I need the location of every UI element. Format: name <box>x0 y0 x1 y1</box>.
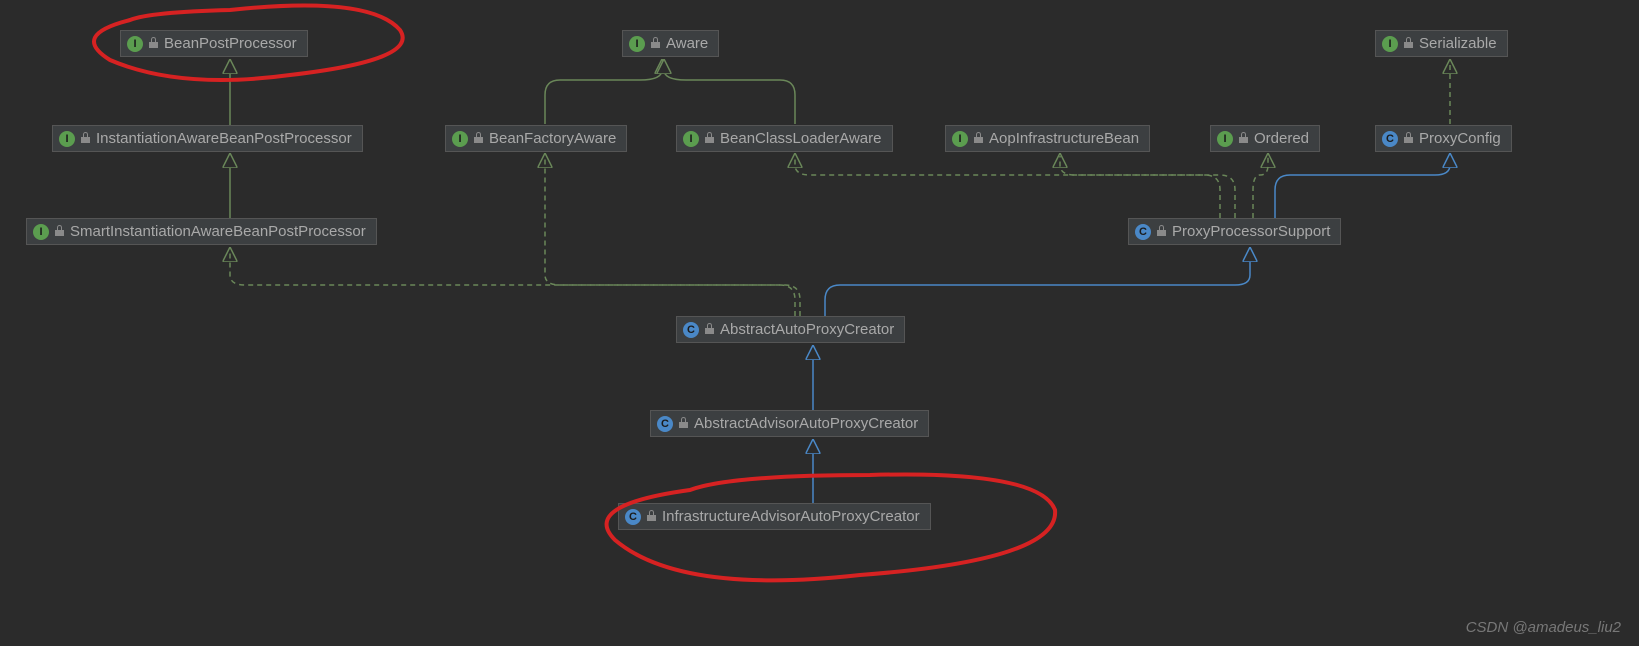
node-ordered[interactable]: I Ordered <box>1210 125 1320 152</box>
node-aware[interactable]: I Aware <box>622 30 719 57</box>
node-infrastructure-advisor-auto-proxy-creator[interactable]: C InfrastructureAdvisorAutoProxyCreator <box>618 503 931 530</box>
interface-icon: I <box>1382 36 1398 52</box>
node-label: Aware <box>666 35 708 52</box>
lock-icon <box>705 134 714 143</box>
node-label: BeanClassLoaderAware <box>720 130 882 147</box>
node-instantiation-aware-bpp[interactable]: I InstantiationAwareBeanPostProcessor <box>52 125 363 152</box>
node-label: Ordered <box>1254 130 1309 147</box>
node-label: SmartInstantiationAwareBeanPostProcessor <box>70 223 366 240</box>
node-label: InfrastructureAdvisorAutoProxyCreator <box>662 508 920 525</box>
node-abstract-advisor-auto-proxy-creator[interactable]: C AbstractAdvisorAutoProxyCreator <box>650 410 929 437</box>
node-proxy-processor-support[interactable]: C ProxyProcessorSupport <box>1128 218 1341 245</box>
node-label: Serializable <box>1419 35 1497 52</box>
node-proxy-config[interactable]: C ProxyConfig <box>1375 125 1512 152</box>
node-label: AopInfrastructureBean <box>989 130 1139 147</box>
interface-icon: I <box>452 131 468 147</box>
lock-icon <box>1404 134 1413 143</box>
lock-icon <box>81 134 90 143</box>
node-label: BeanPostProcessor <box>164 35 297 52</box>
node-bean-factory-aware[interactable]: I BeanFactoryAware <box>445 125 627 152</box>
node-bean-classloader-aware[interactable]: I BeanClassLoaderAware <box>676 125 893 152</box>
lock-icon <box>1239 134 1248 143</box>
interface-icon: I <box>683 131 699 147</box>
node-label: ProxyConfig <box>1419 130 1501 147</box>
lock-icon <box>647 512 656 521</box>
node-serializable[interactable]: I Serializable <box>1375 30 1508 57</box>
node-smart-instantiation-aware-bpp[interactable]: I SmartInstantiationAwareBeanPostProcess… <box>26 218 377 245</box>
lock-icon <box>974 134 983 143</box>
lock-icon <box>55 227 64 236</box>
watermark: CSDN @amadeus_liu2 <box>1466 619 1621 636</box>
diagram-canvas: I BeanPostProcessor I Aware I Serializab… <box>0 0 1639 646</box>
lock-icon <box>1404 39 1413 48</box>
lock-icon <box>651 39 660 48</box>
class-icon: C <box>1382 131 1398 147</box>
lock-icon <box>474 134 483 143</box>
lock-icon <box>149 39 158 48</box>
class-icon: C <box>1135 224 1151 240</box>
node-label: InstantiationAwareBeanPostProcessor <box>96 130 352 147</box>
class-icon: C <box>657 416 673 432</box>
class-icon: C <box>625 509 641 525</box>
node-label: ProxyProcessorSupport <box>1172 223 1330 240</box>
node-label: AbstractAdvisorAutoProxyCreator <box>694 415 918 432</box>
class-icon: C <box>683 322 699 338</box>
interface-icon: I <box>59 131 75 147</box>
node-label: BeanFactoryAware <box>489 130 616 147</box>
interface-icon: I <box>629 36 645 52</box>
node-aop-infrastructure-bean[interactable]: I AopInfrastructureBean <box>945 125 1150 152</box>
lock-icon <box>1157 227 1166 236</box>
lock-icon <box>705 325 714 334</box>
interface-icon: I <box>127 36 143 52</box>
interface-icon: I <box>1217 131 1233 147</box>
lock-icon <box>679 419 688 428</box>
node-abstract-auto-proxy-creator[interactable]: C AbstractAutoProxyCreator <box>676 316 905 343</box>
interface-icon: I <box>952 131 968 147</box>
node-label: AbstractAutoProxyCreator <box>720 321 894 338</box>
interface-icon: I <box>33 224 49 240</box>
node-bean-post-processor[interactable]: I BeanPostProcessor <box>120 30 308 57</box>
